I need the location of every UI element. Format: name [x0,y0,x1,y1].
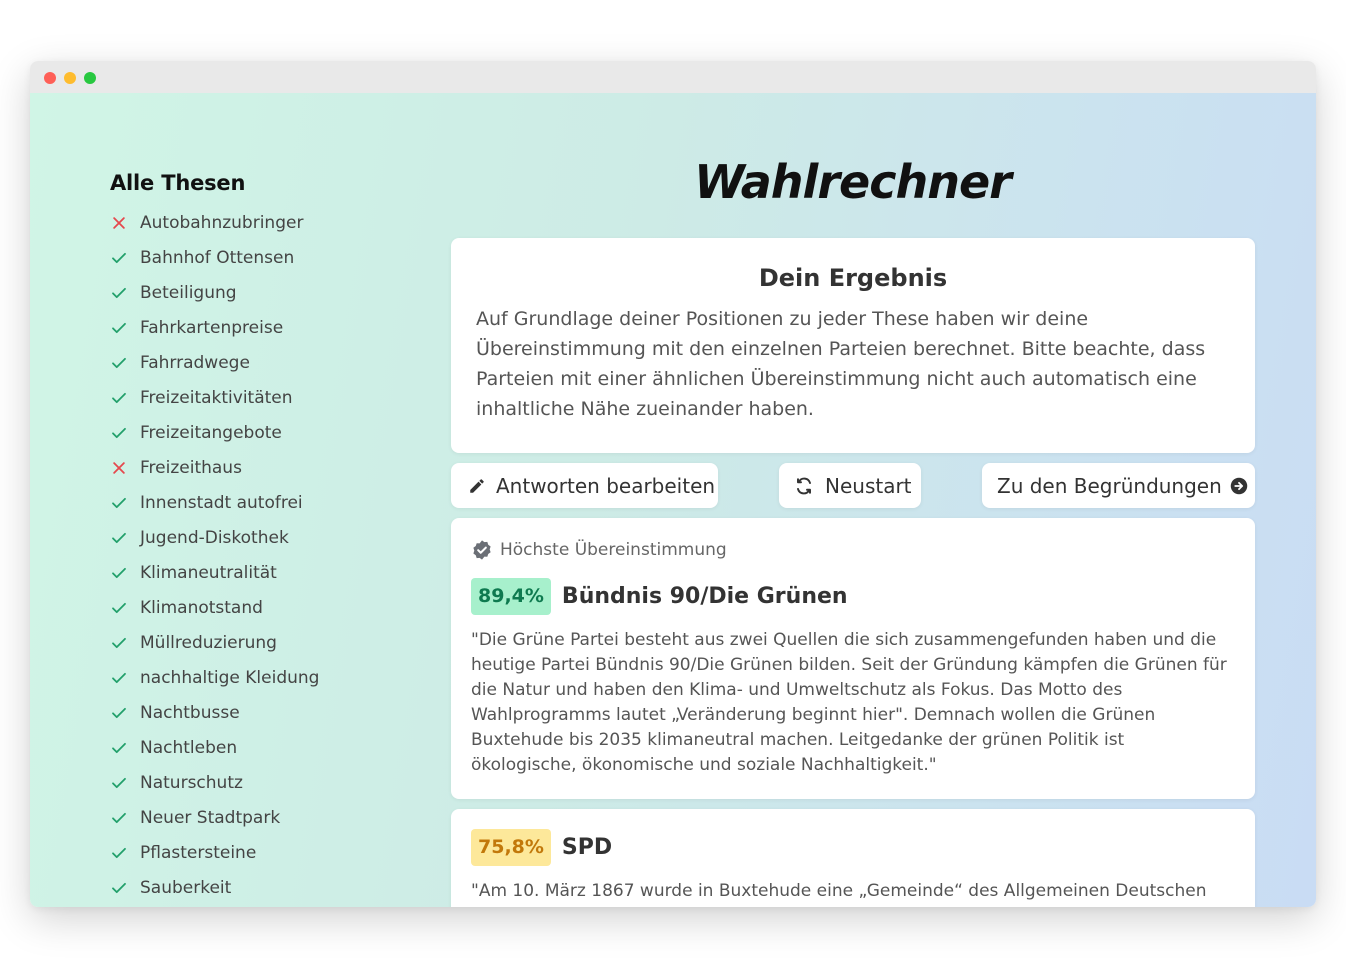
check-icon [110,738,140,758]
thesis-label: Pflastersteine [140,842,257,863]
thesis-item[interactable]: Fahrradwege [110,345,410,380]
window-titlebar [30,61,1316,93]
thesis-label: Freizeitangebote [140,422,282,443]
thesis-item[interactable]: Jugend-Diskothek [110,520,410,555]
thesis-label: nachhaltige Kleidung [140,667,320,688]
pencil-icon [470,478,484,493]
check-icon [110,388,140,408]
restart-label: Neustart [825,473,912,498]
match-percentage-badge: 89,4% [471,578,551,615]
thesis-item[interactable]: Innenstadt autofrei [110,485,410,520]
party-name: Bündnis 90/Die Grünen [561,584,848,609]
restart-button[interactable]: Neustart [779,463,921,508]
thesis-label: Bahnhof Ottensen [140,247,295,268]
result-card: Dein Ergebnis Auf Grundlage deiner Posit… [451,238,1255,453]
party-card: Höchste Übereinstimmung 89,4% Bündnis 90… [451,518,1255,799]
close-icon [110,213,140,233]
thesis-item[interactable]: Freizeithaus [110,450,410,485]
top-match-label: Höchste Übereinstimmung [500,540,727,560]
thesis-item[interactable]: Neuer Stadtpark [110,800,410,835]
thesis-item[interactable]: nachhaltige Kleidung [110,660,410,695]
check-icon [110,353,140,373]
party-name: SPD [561,835,613,860]
check-icon [110,563,140,583]
thesis-label: Autobahnzubringer [140,212,304,233]
thesis-item[interactable]: Klimanotstand [110,590,410,625]
thesis-item[interactable]: Nachtbusse [110,695,410,730]
match-percentage-badge: 75,8% [471,829,551,866]
thesis-label: Nachtleben [140,737,238,758]
check-icon [110,318,140,338]
thesis-label: Naturschutz [140,772,243,793]
thesis-sidebar: Alle Thesen Autobahnzubringer Bahnhof Ott… [110,171,410,905]
go-to-reasons-button[interactable]: Zu den Begründungen [982,463,1255,508]
check-icon [110,283,140,303]
thesis-item[interactable]: Autobahnzubringer [110,205,410,240]
arrow-circle-right-icon [1230,477,1248,494]
check-icon [110,248,140,268]
thesis-label: Klimanotstand [140,597,263,618]
party-description: "Die Grüne Partei besteht aus zwei Quell… [471,630,1227,775]
edit-answers-button[interactable]: Antworten bearbeiten [451,463,718,508]
sidebar-title: Alle Thesen [110,171,246,195]
refresh-icon [797,477,811,494]
thesis-label: Fahrkartenpreise [140,317,284,338]
thesis-item[interactable]: Freizeitangebote [110,415,410,450]
thesis-label: Fahrradwege [140,352,250,373]
check-icon [110,423,140,443]
minimize-window-button[interactable] [64,72,76,84]
thesis-label: Neuer Stadtpark [140,807,281,828]
close-icon [110,458,140,478]
verified-badge-icon [473,540,491,560]
thesis-item[interactable]: Beteiligung [110,275,410,310]
app-title: Wahlrechner [694,155,1012,209]
thesis-item[interactable]: Müllreduzierung [110,625,410,660]
check-icon [110,843,140,863]
result-heading: Dein Ergebnis [758,264,948,292]
check-icon [110,493,140,513]
thesis-item[interactable]: Klimaneutralität [110,555,410,590]
close-window-button[interactable] [44,72,56,84]
check-icon [110,703,140,723]
thesis-item[interactable]: Fahrkartenpreise [110,310,410,345]
check-icon [110,808,140,828]
thesis-item[interactable]: Freizeitaktivitäten [110,380,410,415]
thesis-label: Nachtbusse [140,702,240,723]
party-header: 89,4% Bündnis 90/Die Grünen [471,578,1235,615]
thesis-item[interactable]: Pflastersteine [110,835,410,870]
check-icon [110,878,140,898]
top-match-indicator: Höchste Übereinstimmung [471,539,1235,561]
result-description: Auf Grundlage deiner Positionen zu jeder… [476,308,1206,420]
check-icon [110,773,140,793]
thesis-label: Freizeithaus [140,457,242,478]
thesis-item[interactable]: Sauberkeit [110,870,410,905]
edit-answers-label: Antworten bearbeiten [496,473,716,498]
thesis-item[interactable]: Nachtleben [110,730,410,765]
thesis-label: Beteiligung [140,282,237,303]
go-to-reasons-label: Zu den Begründungen [997,473,1222,498]
thesis-list: Autobahnzubringer Bahnhof Ottensen Beteili… [110,205,410,905]
thesis-label: Sauberkeit [140,877,232,898]
check-icon [110,598,140,618]
party-card: 75,8% SPD "Am 10. März 1867 wurde in Bux… [451,809,1255,907]
check-icon [110,528,140,548]
thesis-item[interactable]: Bahnhof Ottensen [110,240,410,275]
party-description: "Am 10. März 1867 wurde in Buxtehude ein… [471,881,1207,901]
thesis-label: Müllreduzierung [140,632,277,653]
thesis-item[interactable]: Naturschutz [110,765,410,800]
page-content: Alle Thesen Autobahnzubringer Bahnhof Ott… [30,93,1316,907]
thesis-label: Innenstadt autofrei [140,492,303,513]
browser-window: Alle Thesen Autobahnzubringer Bahnhof Ott… [30,61,1316,907]
thesis-label: Jugend-Diskothek [140,527,289,548]
check-icon [110,668,140,688]
thesis-label: Klimaneutralität [140,562,277,583]
maximize-window-button[interactable] [84,72,96,84]
check-icon [110,633,140,653]
party-header: 75,8% SPD [471,829,1235,866]
thesis-label: Freizeitaktivitäten [140,387,293,408]
